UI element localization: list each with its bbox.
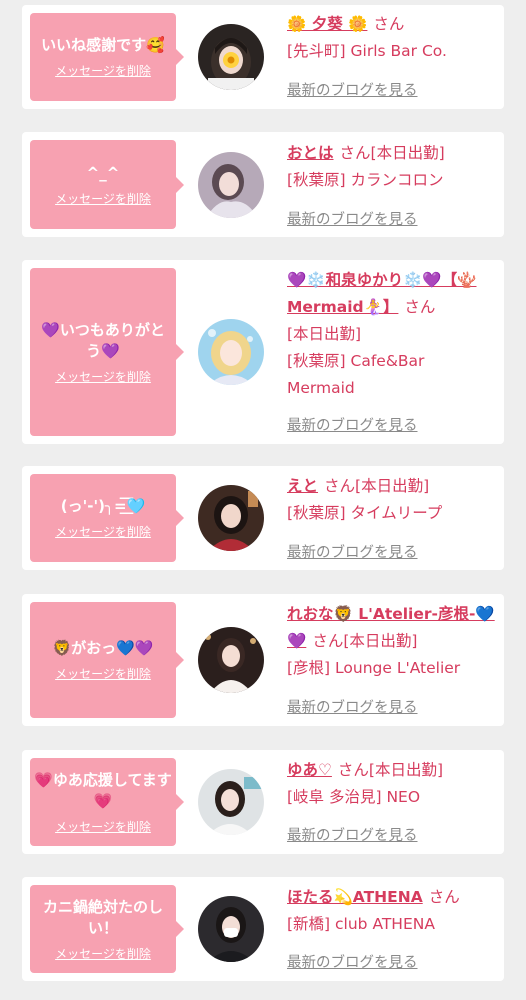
delete-message-link[interactable]: メッセージを削除 [55, 523, 151, 540]
message-text: 🦁がおっ💙💜 [52, 639, 154, 657]
cast-name-link[interactable]: おとは [287, 144, 334, 162]
shop-name: [秋葉原] カランコロン [287, 171, 444, 189]
cast-info: れおな🦁 L'Atelier-彦根-💙💜 さん[本日出勤] [彦根] Lounge… [287, 601, 497, 682]
avatar[interactable] [198, 24, 264, 90]
cast-info: 🌼 夕葵 🌼 さん [先斗町] Girls Bar Co. [287, 11, 497, 65]
cast-info: ほたる💫ATHENA さん [新橋] club ATHENA [287, 884, 497, 938]
cast-info: ゆあ♡ さん[本日出勤] [岐阜 多治見] NEO [287, 757, 497, 811]
avatar[interactable] [198, 485, 264, 551]
message-card: いいね感謝です🥰 メッセージを削除 🌼 夕葵 🌼 さん [先斗町] Girls B… [22, 5, 504, 109]
shop-name: [秋葉原] タイムリープ [287, 504, 443, 522]
message-card: 💜いつもありがとう💜 メッセージを削除 💜❄️和泉ゆかり❄️💜【🪸Mermaid… [22, 260, 504, 444]
delete-message-link[interactable]: メッセージを削除 [55, 945, 151, 962]
honorific: さん [339, 144, 371, 162]
message-bubble: ^_^ メッセージを削除 [30, 140, 184, 229]
cast-name-link[interactable]: ゆあ♡ [287, 761, 332, 779]
shop-name: [新橋] club ATHENA [287, 915, 435, 933]
status-badge: [本日出勤] [355, 477, 430, 495]
cast-name-link[interactable]: ほたる💫ATHENA [287, 888, 423, 906]
honorific: さん [337, 761, 369, 779]
message-bubble: いいね感謝です🥰 メッセージを削除 [30, 13, 184, 101]
avatar[interactable] [198, 627, 264, 693]
message-bubble: 🦁がおっ💙💜 メッセージを削除 [30, 602, 184, 718]
message-bubble: カニ鍋絶対たのしい！ メッセージを削除 [30, 885, 184, 973]
message-card: 💗ゆあ応援してます💗 メッセージを削除 ゆあ♡ さん[本日出勤] [岐阜 多治見]… [22, 750, 504, 854]
cast-name-link[interactable]: 💜❄️和泉ゆかり❄️💜【🪸Mermaid🧜‍♀️】 [287, 271, 477, 316]
honorific: さん [324, 477, 356, 495]
status-badge: [本日出勤] [368, 761, 444, 779]
latest-blog-link[interactable]: 最新のブログを見る [287, 951, 418, 972]
honorific: さん [404, 298, 436, 316]
latest-blog-link[interactable]: 最新のブログを見る [287, 79, 418, 100]
delete-message-link[interactable]: メッセージを削除 [55, 368, 151, 385]
status-badge: [本日出勤] [287, 325, 362, 343]
message-card: ^_^ メッセージを削除 おとは さん[本日出勤] [秋葉原] カランコロン 最新… [22, 132, 504, 237]
shop-name: [彦根] Lounge L'Atelier [287, 659, 461, 677]
honorific: さん [428, 888, 460, 906]
message-bubble: (っ'-')╮=͟͟͞͞🩵 メッセージを削除 [30, 474, 184, 562]
message-card: 🦁がおっ💙💜 メッセージを削除 れおな🦁 L'Atelier-彦根-💙💜 さん[本… [22, 594, 504, 726]
message-bubble: 💜いつもありがとう💜 メッセージを削除 [30, 268, 184, 436]
message-text: いいね感謝です🥰 [41, 36, 165, 54]
cast-info: えと さん[本日出勤] [秋葉原] タイムリープ [287, 473, 497, 527]
latest-blog-link[interactable]: 最新のブログを見る [287, 414, 418, 435]
message-text: 💜いつもありがとう💜 [41, 320, 165, 360]
delete-message-link[interactable]: メッセージを削除 [55, 62, 151, 79]
cast-info: 💜❄️和泉ゆかり❄️💜【🪸Mermaid🧜‍♀️】 さん [本日出勤] [秋葉原]… [287, 267, 497, 402]
honorific: さん [373, 15, 405, 33]
cast-info: おとは さん[本日出勤] [秋葉原] カランコロン [287, 140, 497, 194]
avatar[interactable] [198, 896, 264, 962]
avatar[interactable] [198, 769, 264, 835]
honorific: さん [312, 632, 344, 650]
latest-blog-link[interactable]: 最新のブログを見る [287, 208, 418, 229]
delete-message-link[interactable]: メッセージを削除 [55, 190, 151, 207]
status-badge: [本日出勤] [343, 632, 418, 650]
shop-name: [先斗町] Girls Bar Co. [287, 42, 447, 60]
latest-blog-link[interactable]: 最新のブログを見る [287, 824, 418, 845]
delete-message-link[interactable]: メッセージを削除 [55, 818, 151, 835]
message-card: カニ鍋絶対たのしい！ メッセージを削除 ほたる💫ATHENA さん [新橋] cl… [22, 877, 504, 981]
cast-name-link[interactable]: 🌼 夕葵 🌼 [287, 15, 367, 33]
message-text: ^_^ [86, 163, 120, 182]
avatar[interactable] [198, 319, 264, 385]
latest-blog-link[interactable]: 最新のブログを見る [287, 696, 418, 717]
shop-name: [岐阜 多治見] NEO [287, 788, 421, 806]
avatar[interactable] [198, 152, 264, 218]
message-card: (っ'-')╮=͟͟͞͞🩵 メッセージを削除 えと さん[本日出勤] [秋葉原] … [22, 466, 504, 570]
latest-blog-link[interactable]: 最新のブログを見る [287, 541, 418, 562]
cast-name-link[interactable]: えと [287, 477, 318, 495]
message-text: カニ鍋絶対たのしい！ [42, 897, 163, 937]
message-text: (っ'-')╮=͟͟͞͞🩵 [60, 497, 146, 515]
delete-message-link[interactable]: メッセージを削除 [55, 665, 151, 682]
message-text: 💗ゆあ応援してます💗 [34, 770, 172, 810]
message-bubble: 💗ゆあ応援してます💗 メッセージを削除 [30, 758, 184, 846]
shop-name: [秋葉原] Cafe&Bar Mermaid [287, 352, 425, 397]
status-badge: [本日出勤] [370, 144, 445, 162]
